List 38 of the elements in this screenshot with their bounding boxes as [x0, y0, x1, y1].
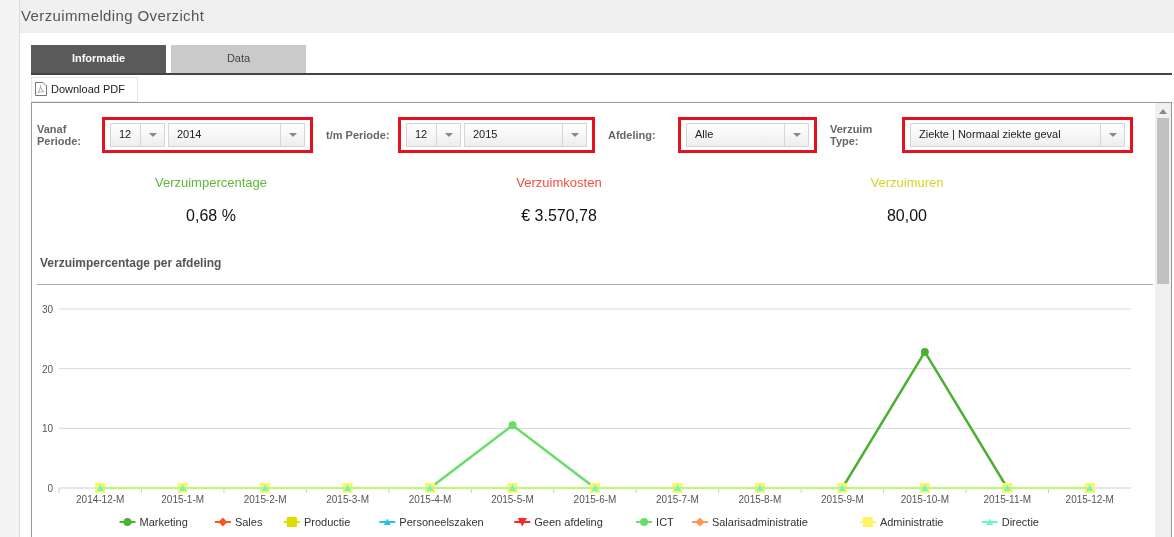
filter-label: Verzuim Type: [830, 122, 874, 147]
stat-label: Verzuimpercentage [155, 173, 267, 192]
x-tick-label: 2015-8-M [738, 494, 782, 505]
x-tick-label: 2015-5-M [491, 494, 534, 505]
legend-label: ICT [656, 516, 675, 528]
stat-label: Verzuimkosten [516, 173, 602, 192]
legend-label: Administratie [879, 516, 944, 528]
x-tick-label: 2015-3-M [326, 494, 369, 505]
filter-label: Vanaf Periode: [37, 122, 82, 147]
filter-label: Afdeling: [608, 128, 657, 141]
stat-label: Verzuimuren [870, 173, 944, 192]
y-tick-label: 20 [41, 363, 53, 375]
stat-value: 0,68 % [186, 206, 236, 226]
y-tick-label: 0 [47, 483, 53, 494]
legend-label: Salarisadministratie [711, 516, 808, 528]
legend-label: Marketing [139, 516, 188, 528]
x-tick-label: 2015-1-M [161, 494, 205, 505]
y-tick-label: 10 [41, 423, 53, 435]
x-tick-label: 2015-9-M [821, 494, 864, 505]
filter-label: t/m Periode: [326, 128, 391, 141]
x-tick-label: 2015-7-M [656, 494, 699, 505]
legend-label: Personeelszaken [399, 516, 484, 528]
legend-label: Sales [234, 516, 263, 528]
stat-value: € 3.570,78 [521, 206, 597, 226]
chart-title: Verzuimpercentage per afdeling [40, 256, 222, 270]
x-tick-label: 2015-12-M [1065, 494, 1114, 505]
x-tick-label: 2015-6-M [573, 494, 617, 505]
x-tick-label: 2015-4-M [408, 494, 452, 505]
y-tick-label: 30 [41, 304, 53, 315]
stat-value: 80,00 [886, 206, 927, 226]
x-tick-label: 2015-10-M [900, 494, 950, 505]
page-title: Verzuimmelding Overzicht [21, 6, 205, 26]
legend-label: Directie [1001, 516, 1039, 528]
legend-label: Productie [303, 516, 351, 528]
legend-label: Geen afdeling [534, 516, 603, 528]
x-tick-label: 2015-2-M [243, 494, 287, 505]
x-tick-label: 2014-12-M [76, 494, 125, 505]
x-tick-label: 2015-11-M [983, 494, 1032, 505]
